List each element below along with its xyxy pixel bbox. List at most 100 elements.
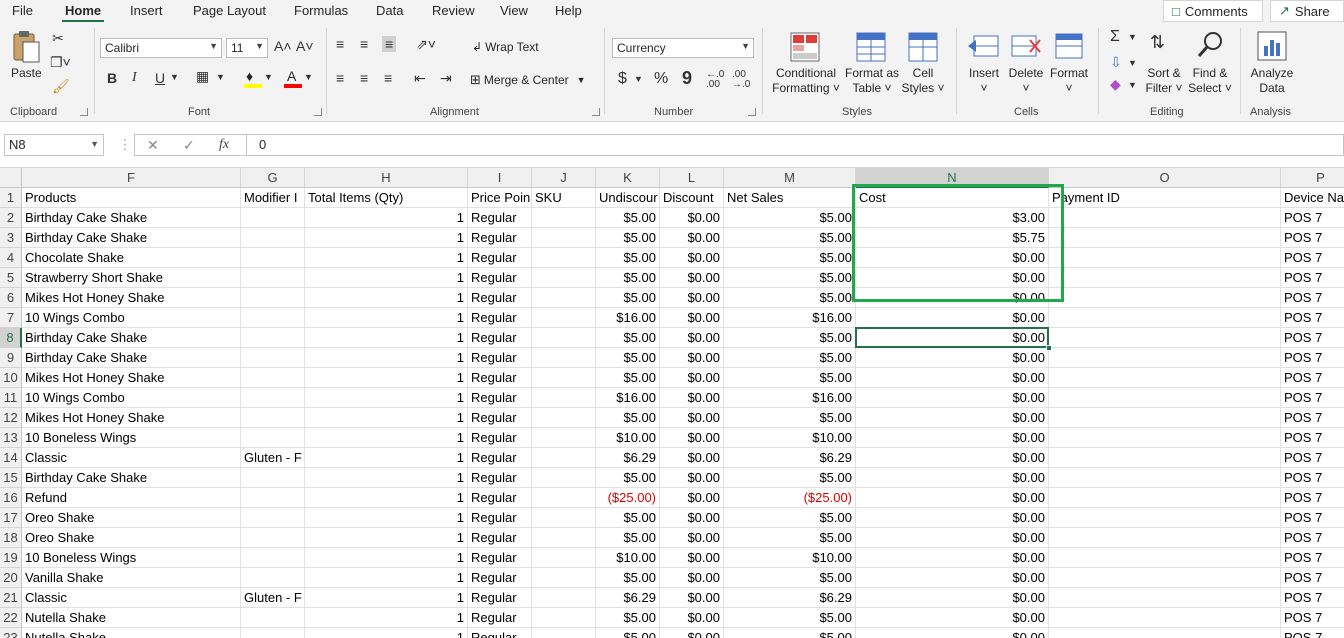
table-cell[interactable]: 1 bbox=[305, 508, 468, 528]
header-cell[interactable]: Discount bbox=[660, 188, 724, 208]
table-cell[interactable]: 1 bbox=[305, 228, 468, 248]
table-cell[interactable]: $0.00 bbox=[856, 368, 1049, 388]
table-cell[interactable]: $0.00 bbox=[660, 328, 724, 348]
header-cell[interactable]: SKU bbox=[532, 188, 596, 208]
table-cell[interactable] bbox=[241, 348, 305, 368]
percent-button[interactable]: % bbox=[654, 70, 668, 88]
table-cell[interactable] bbox=[241, 248, 305, 268]
table-cell[interactable]: POS 7 bbox=[1281, 228, 1344, 248]
currency-button[interactable]: $ bbox=[618, 70, 627, 88]
table-cell[interactable] bbox=[1049, 608, 1281, 628]
table-cell[interactable]: $5.00 bbox=[724, 608, 856, 628]
table-cell[interactable]: Regular bbox=[468, 228, 532, 248]
copy-icon[interactable]: ❐˅ bbox=[50, 54, 71, 71]
column-header-f[interactable]: F bbox=[22, 168, 241, 188]
table-cell[interactable]: Regular bbox=[468, 428, 532, 448]
table-cell[interactable]: $0.00 bbox=[660, 508, 724, 528]
table-cell[interactable]: POS 7 bbox=[1281, 628, 1344, 638]
table-cell[interactable]: $0.00 bbox=[856, 488, 1049, 508]
table-cell[interactable]: $5.00 bbox=[596, 288, 660, 308]
table-cell[interactable]: POS 7 bbox=[1281, 288, 1344, 308]
menu-page-layout[interactable]: Page Layout bbox=[193, 3, 266, 18]
table-cell[interactable]: 1 bbox=[305, 448, 468, 468]
header-cell[interactable]: Products bbox=[22, 188, 241, 208]
header-cell[interactable]: Modifier I bbox=[241, 188, 305, 208]
table-cell[interactable] bbox=[241, 608, 305, 628]
row-header[interactable]: 12 bbox=[0, 408, 22, 428]
conditional-formatting-label[interactable]: Conditional Formatting ˅ bbox=[772, 66, 840, 96]
table-cell[interactable]: $0.00 bbox=[856, 628, 1049, 638]
table-cell[interactable]: $5.00 bbox=[724, 528, 856, 548]
table-cell[interactable]: 1 bbox=[305, 348, 468, 368]
table-cell[interactable]: $0.00 bbox=[660, 248, 724, 268]
table-cell[interactable]: Regular bbox=[468, 288, 532, 308]
align-right-icon[interactable]: ≡ bbox=[384, 70, 392, 86]
table-cell[interactable]: Regular bbox=[468, 368, 532, 388]
row-header[interactable]: 14 bbox=[0, 448, 22, 468]
table-cell[interactable]: 1 bbox=[305, 288, 468, 308]
table-cell[interactable]: $16.00 bbox=[596, 388, 660, 408]
table-cell[interactable] bbox=[1049, 268, 1281, 288]
table-cell[interactable]: 10 Boneless Wings bbox=[22, 548, 241, 568]
table-cell[interactable]: $5.00 bbox=[724, 368, 856, 388]
table-cell[interactable]: $0.00 bbox=[856, 428, 1049, 448]
table-cell[interactable]: 1 bbox=[305, 548, 468, 568]
grow-font-icon[interactable]: A˄ bbox=[274, 38, 292, 54]
table-cell[interactable]: Regular bbox=[468, 488, 532, 508]
table-cell[interactable]: 1 bbox=[305, 268, 468, 288]
table-cell[interactable] bbox=[241, 468, 305, 488]
comments-button[interactable]: □ Comments bbox=[1163, 0, 1263, 22]
table-cell[interactable]: Regular bbox=[468, 268, 532, 288]
table-cell[interactable]: 1 bbox=[305, 388, 468, 408]
table-cell[interactable]: Classic bbox=[22, 588, 241, 608]
table-cell[interactable]: 1 bbox=[305, 368, 468, 388]
fill-color-button[interactable]: ♦ bbox=[244, 68, 262, 88]
table-cell[interactable]: Birthday Cake Shake bbox=[22, 328, 241, 348]
row-header[interactable]: 18 bbox=[0, 528, 22, 548]
table-cell[interactable]: Oreo Shake bbox=[22, 508, 241, 528]
row-header[interactable]: 15 bbox=[0, 468, 22, 488]
format-label[interactable]: Format ˅ bbox=[1048, 66, 1090, 96]
decrease-decimal-button[interactable]: .00 →.0 bbox=[732, 70, 754, 90]
bold-button[interactable]: B bbox=[107, 70, 117, 86]
table-cell[interactable]: $0.00 bbox=[660, 288, 724, 308]
table-cell[interactable]: POS 7 bbox=[1281, 588, 1344, 608]
table-cell[interactable]: POS 7 bbox=[1281, 568, 1344, 588]
table-cell[interactable] bbox=[241, 488, 305, 508]
comma-style-button[interactable]: 9 bbox=[682, 68, 692, 89]
table-cell[interactable]: $5.00 bbox=[596, 628, 660, 638]
insert-label[interactable]: Insert ˅ bbox=[966, 66, 1002, 96]
table-cell[interactable]: $0.00 bbox=[856, 328, 1049, 348]
table-cell[interactable]: Oreo Shake bbox=[22, 528, 241, 548]
table-cell[interactable]: $16.00 bbox=[596, 308, 660, 328]
table-cell[interactable]: $5.00 bbox=[596, 268, 660, 288]
menu-insert[interactable]: Insert bbox=[130, 3, 163, 18]
table-cell[interactable]: Birthday Cake Shake bbox=[22, 228, 241, 248]
table-cell[interactable]: Regular bbox=[468, 528, 532, 548]
header-cell[interactable]: Total Items (Qty) bbox=[305, 188, 468, 208]
table-cell[interactable]: Regular bbox=[468, 588, 532, 608]
header-cell[interactable]: Device Na bbox=[1281, 188, 1344, 208]
chevron-down-icon[interactable]: ▼ bbox=[304, 72, 313, 82]
alignment-launcher[interactable] bbox=[592, 108, 600, 116]
table-cell[interactable] bbox=[532, 448, 596, 468]
align-left-icon[interactable]: ≡ bbox=[336, 70, 344, 86]
increase-decimal-button[interactable]: ←.0 .00 bbox=[706, 70, 728, 90]
table-cell[interactable] bbox=[241, 408, 305, 428]
table-cell[interactable]: $0.00 bbox=[856, 388, 1049, 408]
menu-file[interactable]: File bbox=[12, 3, 33, 18]
enter-icon[interactable]: ✓ bbox=[183, 137, 195, 154]
row-header[interactable]: 2 bbox=[0, 208, 22, 228]
table-cell[interactable] bbox=[532, 228, 596, 248]
header-cell[interactable]: Payment ID bbox=[1049, 188, 1281, 208]
table-cell[interactable] bbox=[532, 308, 596, 328]
table-cell[interactable]: Regular bbox=[468, 548, 532, 568]
column-header-h[interactable]: H bbox=[305, 168, 468, 188]
table-cell[interactable]: $0.00 bbox=[660, 208, 724, 228]
table-cell[interactable]: Regular bbox=[468, 388, 532, 408]
table-cell[interactable] bbox=[241, 308, 305, 328]
insert-function-icon[interactable]: fx bbox=[219, 137, 229, 153]
menu-view[interactable]: View bbox=[500, 3, 528, 18]
find-select-label[interactable]: Find & Select ˅ bbox=[1186, 66, 1234, 96]
borders-icon[interactable]: ▦ bbox=[196, 68, 209, 85]
